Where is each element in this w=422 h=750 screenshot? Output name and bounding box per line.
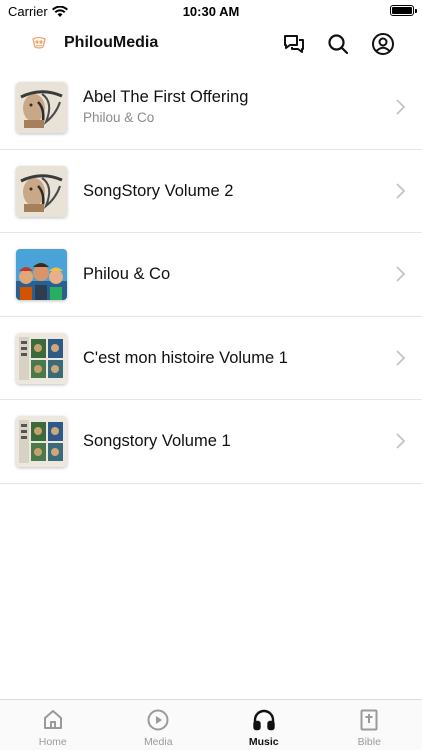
album-cover-songstory-v2 — [16, 165, 67, 217]
status-right — [390, 5, 417, 16]
search-button[interactable] — [325, 31, 351, 57]
tab-music[interactable]: Music — [211, 700, 317, 750]
status-bar: Carrier 10:30 AM — [0, 0, 422, 22]
album-title: Philou & Co — [83, 265, 171, 283]
album-title: C'est mon histoire Volume 1 — [83, 348, 288, 367]
home-icon — [43, 710, 62, 729]
album-list: Abel The First Offering Philou & Co Song… — [0, 66, 422, 484]
chevron-right-icon — [396, 266, 406, 282]
tab-label: Bible — [357, 736, 381, 748]
album-row-cest-mon-histoire[interactable]: C'est mon histoire Volume 1 — [0, 317, 422, 400]
chat-button[interactable] — [281, 31, 307, 57]
tab-bar: Home Media Music Bible — [0, 699, 422, 750]
status-time: 10:30 AM — [182, 4, 240, 19]
tab-home[interactable]: Home — [0, 700, 106, 750]
app-header: PhilouMedia — [0, 22, 422, 66]
bible-icon — [360, 709, 378, 731]
tab-label: Home — [38, 736, 67, 748]
chevron-right-icon — [396, 349, 406, 366]
tab-bible[interactable]: Bible — [317, 700, 422, 750]
tab-label: Media — [143, 736, 173, 748]
album-cover-songstory-v1 — [16, 416, 67, 467]
album-title: Abel The First Offering — [83, 88, 249, 106]
album-title: Songstory Volume 1 — [83, 432, 231, 450]
album-cover-abel — [16, 82, 67, 133]
play-icon — [147, 709, 169, 731]
chevron-right-icon — [396, 433, 406, 449]
album-artist: Philou & Co — [83, 110, 155, 125]
account-button[interactable] — [370, 31, 396, 57]
album-row-abel[interactable]: Abel The First Offering Philou & Co — [0, 66, 422, 150]
album-title: SongStory Volume 2 — [83, 181, 234, 200]
tab-label: Music — [248, 736, 279, 748]
album-cover-cest-mon-histoire — [16, 332, 67, 384]
tab-media[interactable]: Media — [106, 700, 212, 750]
philoumedia-logo-icon — [32, 36, 46, 49]
app-title: PhilouMedia — [64, 34, 159, 51]
album-cover-philou-co — [16, 249, 67, 300]
chevron-right-icon — [396, 99, 406, 115]
album-row-songstory-v2[interactable]: SongStory Volume 2 — [0, 150, 422, 233]
chevron-right-icon — [396, 182, 406, 199]
account-icon — [372, 33, 394, 55]
battery-icon — [390, 5, 417, 16]
headphones-icon — [253, 709, 275, 731]
chat-icon — [284, 35, 304, 53]
search-icon — [328, 34, 349, 55]
album-row-philou-co[interactable]: Philou & Co — [0, 233, 422, 317]
album-row-songstory-v1[interactable]: Songstory Volume 1 — [0, 400, 422, 484]
